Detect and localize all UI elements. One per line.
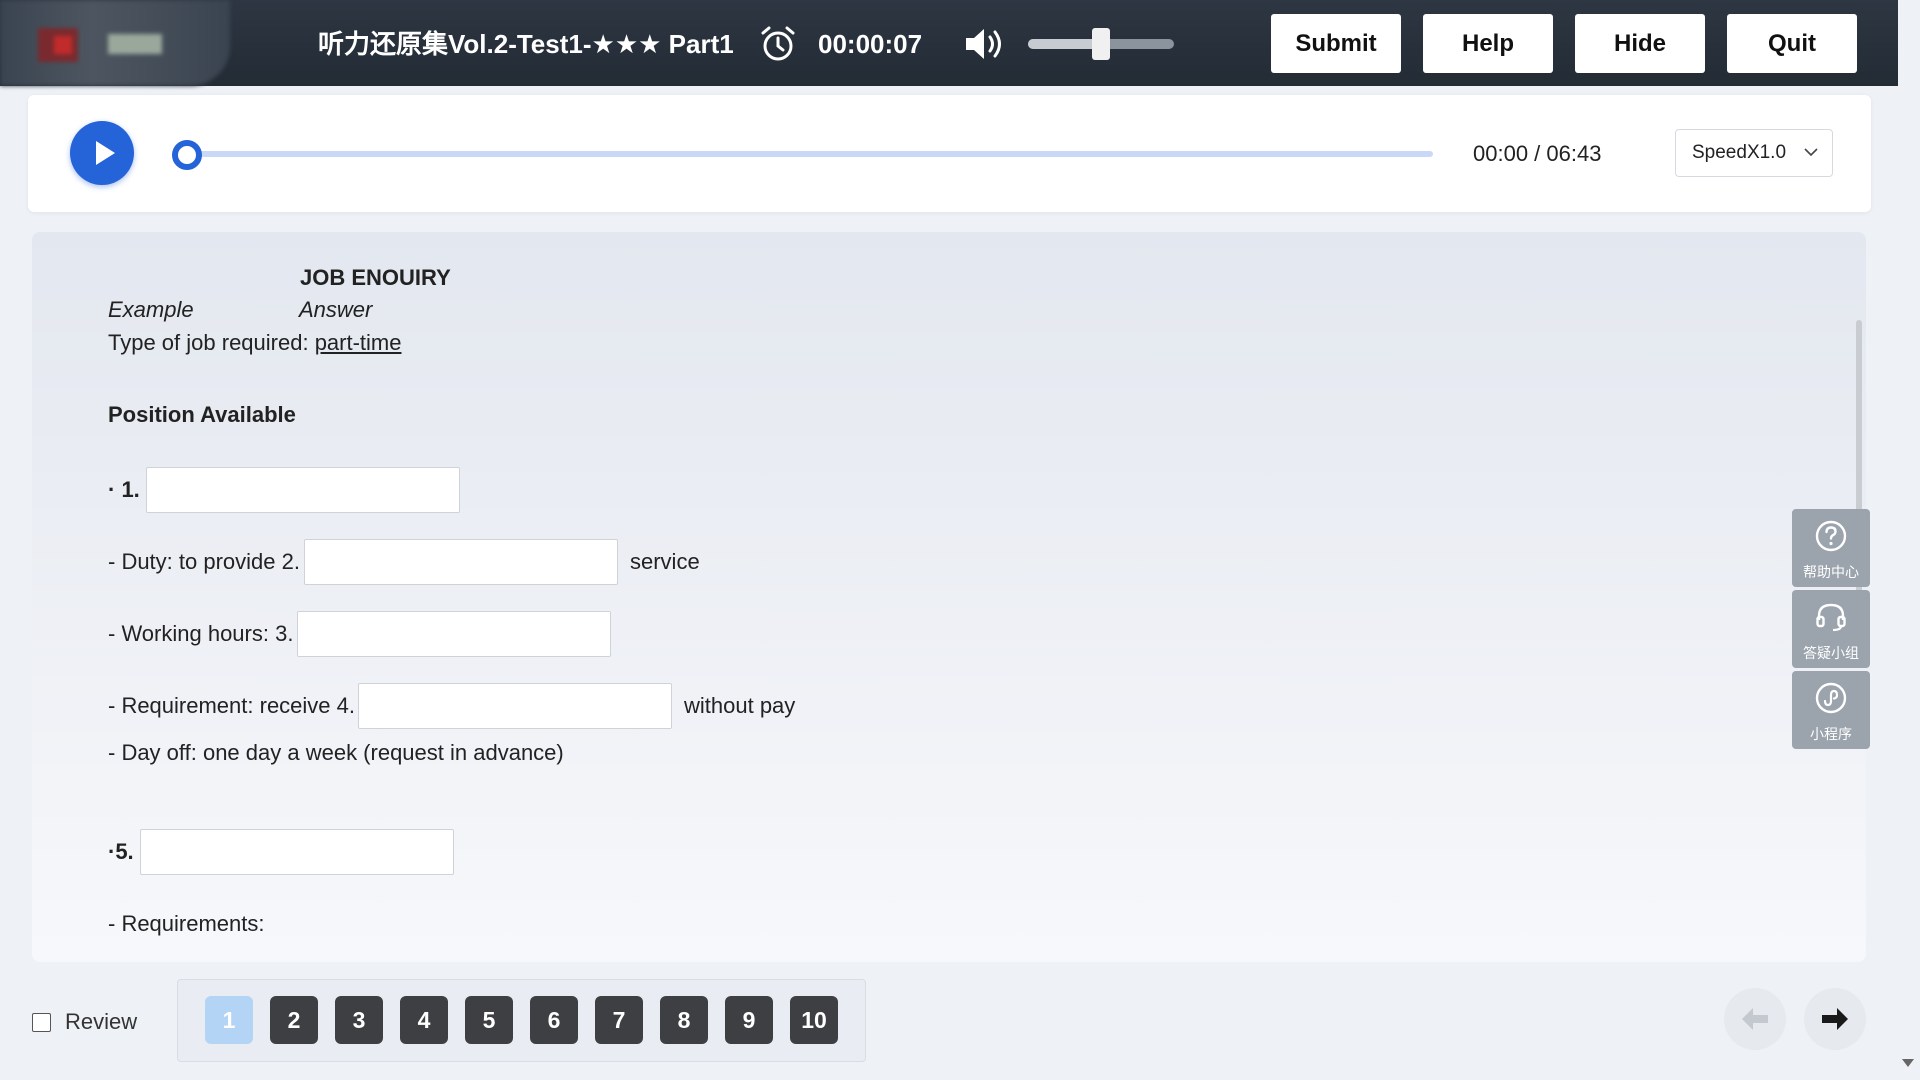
q4-suffix: without pay: [684, 693, 796, 718]
speaker-icon[interactable]: [962, 24, 1008, 64]
mini-program-icon: [1815, 682, 1847, 714]
question-nav-button[interactable]: 9: [725, 996, 773, 1044]
next-question-button[interactable]: [1804, 988, 1866, 1050]
answer-label: Answer: [299, 297, 373, 322]
answer-input-q5[interactable]: [140, 829, 454, 875]
example-label: Example: [108, 297, 194, 322]
alarm-clock-icon: [761, 26, 795, 61]
example-prefix: Type of job required:: [108, 330, 315, 355]
example-line: Type of job required: part-time: [108, 330, 401, 356]
speed-select[interactable]: SpeedX1.0: [1675, 129, 1833, 177]
question-nav-button[interactable]: 3: [335, 996, 383, 1044]
question-nav-button[interactable]: 10: [790, 996, 838, 1044]
headset-icon: [1816, 603, 1846, 632]
top-bar: 听力还原集Vol.2-Test1-★★★ Part1 00:00:07 Subm…: [0, 0, 1898, 86]
question-nav-button[interactable]: 8: [660, 996, 708, 1044]
question-nav-button[interactable]: 4: [400, 996, 448, 1044]
arrow-left-icon: [1742, 1008, 1768, 1030]
speed-value: SpeedX1.0: [1692, 142, 1787, 163]
submit-button[interactable]: Submit: [1271, 14, 1401, 73]
question-nav-button[interactable]: 5: [465, 996, 513, 1044]
logo: [0, 0, 230, 86]
play-icon: [96, 141, 115, 165]
page-title: 听力还原集Vol.2-Test1-★★★ Part1: [318, 29, 734, 59]
volume-handle[interactable]: [1092, 28, 1110, 60]
review-label[interactable]: Review: [65, 1009, 137, 1035]
mini-program-label: 小程序: [1810, 727, 1852, 743]
volume-fill: [1028, 39, 1101, 49]
audio-player: 00:00 / 06:43 SpeedX1.0: [28, 95, 1871, 212]
q4-label: - Requirement: receive 4.: [108, 693, 355, 718]
q1-label: · 1.: [108, 477, 140, 502]
q2-label: - Duty: to provide 2.: [108, 549, 300, 574]
form-heading: JOB ENOUIRY: [300, 265, 451, 290]
q3-label: - Working hours: 3.: [108, 621, 294, 646]
answer-input-q2[interactable]: [304, 539, 618, 585]
mini-program-button[interactable]: 小程序: [1792, 671, 1870, 749]
qa-group-button[interactable]: 答疑小组: [1792, 590, 1870, 668]
help-button[interactable]: Help: [1423, 14, 1553, 73]
section-title: Position Available: [108, 402, 296, 427]
question-circle-icon: [1815, 520, 1847, 552]
audio-time-readout: 00:00 / 06:43: [1473, 141, 1601, 167]
day-off-line: - Day off: one day a week (request in ad…: [108, 740, 564, 765]
question-nav-button[interactable]: 6: [530, 996, 578, 1044]
answer-input-q3[interactable]: [297, 611, 611, 657]
time-separator: /: [1528, 141, 1547, 166]
question-nav-button[interactable]: 2: [270, 996, 318, 1044]
page-scroll-down-icon[interactable]: [1901, 1058, 1915, 1068]
audio-progress-bar[interactable]: [188, 151, 1433, 157]
answer-input-q4[interactable]: [358, 683, 672, 729]
hide-button[interactable]: Hide: [1575, 14, 1705, 73]
quit-button[interactable]: Quit: [1727, 14, 1857, 73]
question-nav-button[interactable]: 7: [595, 996, 643, 1044]
arrow-right-icon: [1822, 1008, 1848, 1030]
question-navigator: 1 2 3 4 5 6 7 8 9 10: [177, 979, 866, 1062]
prev-question-button[interactable]: [1724, 988, 1786, 1050]
audio-progress-handle[interactable]: [172, 140, 202, 170]
example-answer: part-time: [314, 330, 402, 355]
qa-group-label: 答疑小组: [1803, 646, 1859, 662]
answer-input-q1[interactable]: [146, 467, 460, 513]
question-content: JOB ENOUIRY Example Answer Type of job r…: [32, 232, 1866, 962]
help-center-button[interactable]: 帮助中心: [1792, 509, 1870, 587]
question-nav-button[interactable]: 1: [205, 996, 253, 1044]
review-checkbox[interactable]: [32, 1013, 51, 1032]
volume-slider[interactable]: [1028, 28, 1174, 60]
play-button[interactable]: [70, 121, 134, 185]
requirements-line: - Requirements:: [108, 911, 265, 936]
chevron-down-icon: [1804, 148, 1818, 157]
current-time: 00:00: [1473, 141, 1529, 166]
countdown-timer: 00:00:07: [818, 29, 923, 59]
help-center-label: 帮助中心: [1803, 565, 1859, 581]
q2-suffix: service: [630, 549, 700, 574]
total-time: 06:43: [1546, 141, 1602, 166]
q5-label: ·5.: [108, 839, 134, 864]
